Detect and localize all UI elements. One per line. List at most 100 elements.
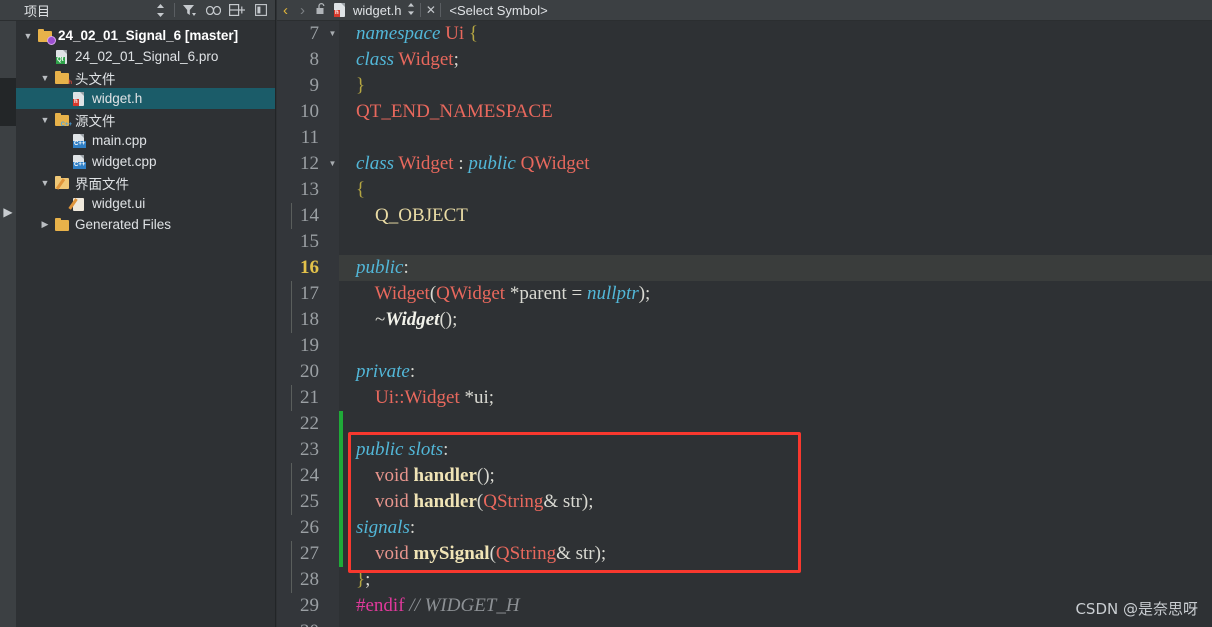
code-line-text: void handler(QString& str); [291,489,1212,515]
code-token: } [356,75,366,96]
tree-item-24_02_01_signal_6-master-[interactable]: ▼ 24_02_01_Signal_6 [master] [16,25,275,46]
tree-item-widget.ui[interactable]: widget.ui [16,193,275,214]
cpp-file-icon: C++ [70,133,88,149]
code-line[interactable]: 11 [277,125,1212,151]
code-token: mySignal [413,543,490,564]
link-with-editor-icon[interactable] [201,0,225,20]
watermark-text: CSDN @是奈思呀 [1075,600,1198,618]
code-line[interactable]: 16 public: [277,255,1212,281]
code-line[interactable]: 20 private: [277,359,1212,385]
code-token: Widget [398,49,454,70]
tree-item-label: 源文件 [75,113,116,129]
code-token: handler [413,491,477,512]
tree-item--[interactable]: ▼ C++ 源文件 [16,109,275,130]
code-token: : [443,439,449,460]
line-number: 8 [277,47,326,73]
code-token: void [375,465,409,486]
code-line-text: public slots: [343,437,1212,463]
chevron-down-icon[interactable]: ▼ [37,178,53,188]
code-token: namespace [356,23,441,44]
filter-icon[interactable] [177,0,201,20]
code-line[interactable]: 13 { [277,177,1212,203]
tree-item-widget.cpp[interactable]: C++ widget.cpp [16,151,275,172]
code-line[interactable]: 10 QT_END_NAMESPACE [277,99,1212,125]
fold-column [326,177,339,203]
sources-folder-icon: C++ [53,112,72,128]
fold-collapse-icon[interactable]: ▼ [326,21,339,47]
tree-item--[interactable]: ▼ h 头文件 [16,67,275,88]
code-line[interactable]: 27 void mySignal(QString& str); [277,541,1212,567]
code-line[interactable]: 29 #endif // WIDGET_H [277,593,1212,619]
code-line[interactable]: 21 Ui::Widget *ui; [277,385,1212,411]
chevron-right-icon[interactable]: ▶ [1,203,15,221]
code-line[interactable]: 7 ▼ namespace Ui { [277,21,1212,47]
code-token: QWidget [436,283,506,304]
code-line[interactable]: 17 Widget(QWidget *parent = nullptr); [277,281,1212,307]
editor-tab-label[interactable]: widget.h [353,3,401,18]
fold-column [326,515,339,541]
code-line[interactable]: 12 ▼ class Widget : public QWidget [277,151,1212,177]
fold-column [326,437,339,463]
add-split-icon[interactable] [225,0,249,20]
tab-sorter-icon[interactable] [401,2,420,18]
tree-item-label: 头文件 [75,71,116,87]
symbol-selector[interactable]: <Select Symbol> [449,3,547,18]
chevron-down-icon[interactable]: ▼ [20,31,36,41]
collapse-panel-icon[interactable] [249,0,273,20]
line-number: 23 [277,437,326,463]
code-line[interactable]: 23 public slots: [277,437,1212,463]
unlock-icon[interactable] [311,2,331,18]
line-number: 13 [277,177,326,203]
code-line[interactable]: 8 class Widget; [277,47,1212,73]
code-line[interactable]: 14 Q_OBJECT [277,203,1212,229]
code-line[interactable]: 19 [277,333,1212,359]
project-folder-icon [36,28,56,45]
indent-guide [291,567,292,593]
code-line[interactable]: 15 [277,229,1212,255]
code-line[interactable]: 18 ~Widget(); [277,307,1212,333]
tree-item-24_02_01_signal_6.pro[interactable]: Qt 24_02_01_Signal_6.pro [16,46,275,67]
code-token: class [356,49,394,70]
header-file-icon: h [70,91,88,107]
code-line[interactable]: 9} [277,73,1212,99]
fold-column [326,99,339,125]
chevron-down-icon[interactable]: ▼ [37,115,53,125]
code-token: QString [483,491,544,512]
code-line-text: } [343,73,1212,99]
tree-item-label: widget.cpp [92,154,157,169]
code-line-text: }; [291,567,1212,593]
indent-guide [291,385,292,411]
code-line-text: public: [343,255,1212,281]
chevron-down-icon[interactable]: ▼ [37,73,53,83]
fold-collapse-icon[interactable]: ▼ [326,151,339,177]
close-tab-icon[interactable]: ✕ [421,3,440,17]
fold-column [326,255,339,281]
indent-guide [291,203,292,229]
code-line[interactable]: 24 void handler(); [277,463,1212,489]
navigate-forward-icon[interactable]: › [294,0,311,21]
indent-guide [291,541,292,567]
tree-item-generated-files[interactable]: ▶ Generated Files [16,214,275,235]
navigate-back-icon[interactable]: ‹ [277,0,294,21]
tree-item-widget.h[interactable]: h widget.h [16,88,275,109]
tree-item--[interactable]: ▼ 界面文件 [16,172,275,193]
code-line[interactable]: 28}; [277,567,1212,593]
fold-column [326,489,339,515]
code-line-text: Widget(QWidget *parent = nullptr); [291,281,1212,307]
code-line[interactable]: 26 signals: [277,515,1212,541]
tree-item-main.cpp[interactable]: C++ main.cpp [16,130,275,151]
indent-guide [291,281,292,307]
sidebar-title: 项目 [24,3,51,19]
code-line[interactable]: 30 [277,619,1212,627]
fold-column [326,593,339,619]
code-line[interactable]: 22 [277,411,1212,437]
indent-guide [291,489,292,515]
code-line[interactable]: 25 void handler(QString& str); [277,489,1212,515]
code-area[interactable]: 7 ▼ namespace Ui {8 class Widget; 9} 10 QT_END… [277,21,1212,627]
sort-order-icon[interactable] [148,0,172,20]
chevron-right-icon[interactable]: ▶ [37,219,53,230]
